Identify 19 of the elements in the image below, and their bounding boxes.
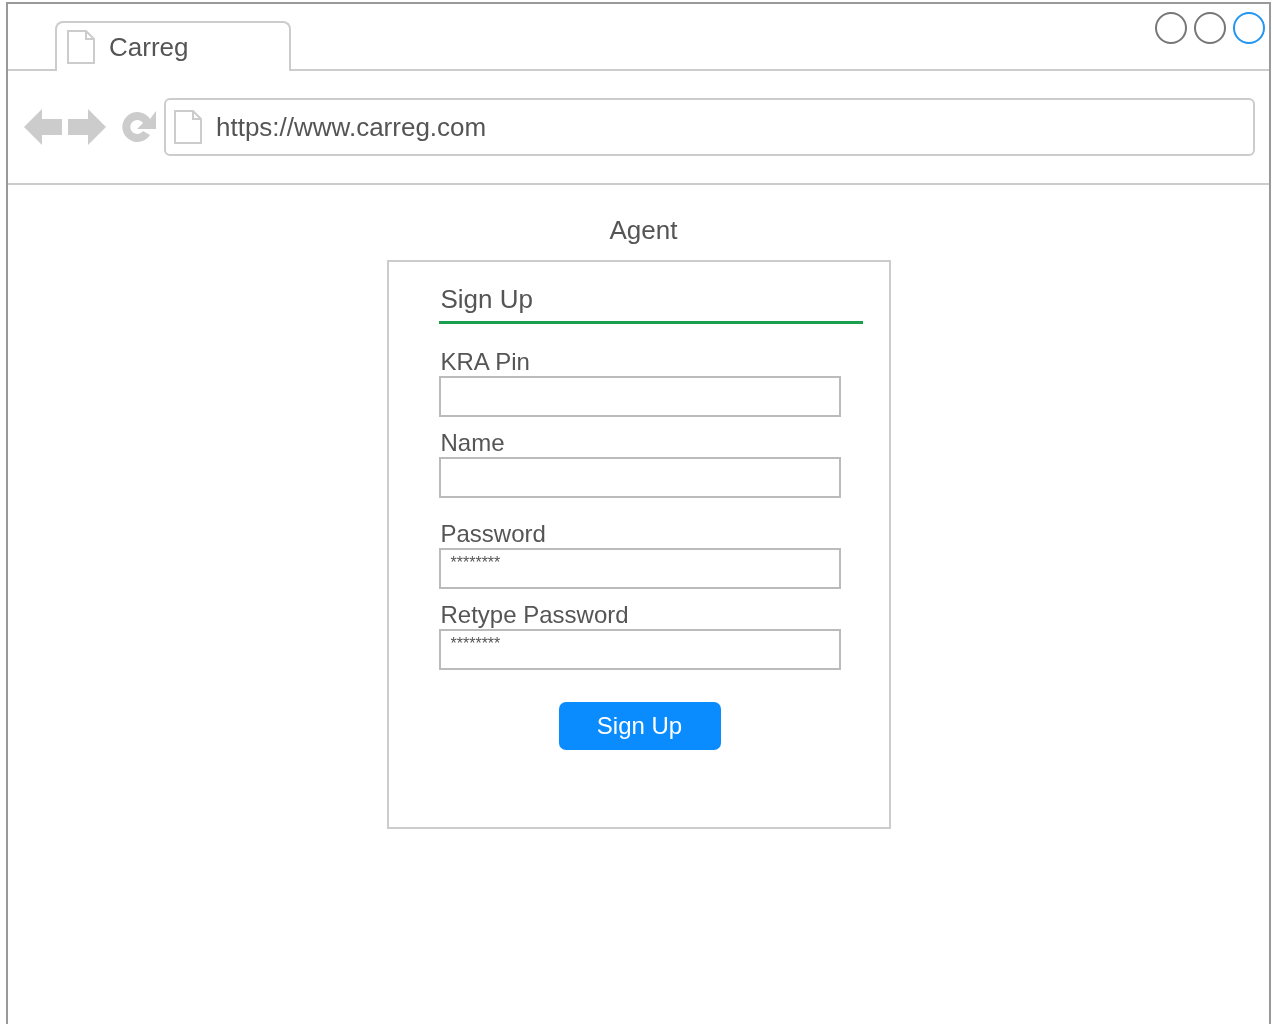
forward-arrow-icon[interactable] (68, 107, 106, 147)
password-field[interactable]: ******** (438, 629, 841, 670)
field-label: Password (439, 520, 547, 548)
page-heading: Agent (609, 215, 678, 246)
page-icon (67, 30, 95, 64)
address-bar[interactable]: https://www.carreg.com (164, 98, 1255, 156)
form-title: Sign Up (438, 284, 863, 324)
window-control-button[interactable] (1233, 12, 1265, 44)
page-icon (174, 110, 202, 144)
field-label: Name (439, 429, 506, 457)
text-field[interactable] (438, 457, 841, 498)
text-field[interactable] (438, 376, 841, 417)
field-label: KRA Pin (439, 348, 531, 376)
password-field[interactable]: ******** (438, 548, 841, 589)
browser-tab[interactable]: Carreg (55, 21, 291, 71)
window-control-button[interactable] (1155, 12, 1187, 44)
field-label: Retype Password (439, 601, 630, 629)
back-arrow-icon[interactable] (24, 107, 62, 147)
window-control-button[interactable] (1194, 12, 1226, 44)
